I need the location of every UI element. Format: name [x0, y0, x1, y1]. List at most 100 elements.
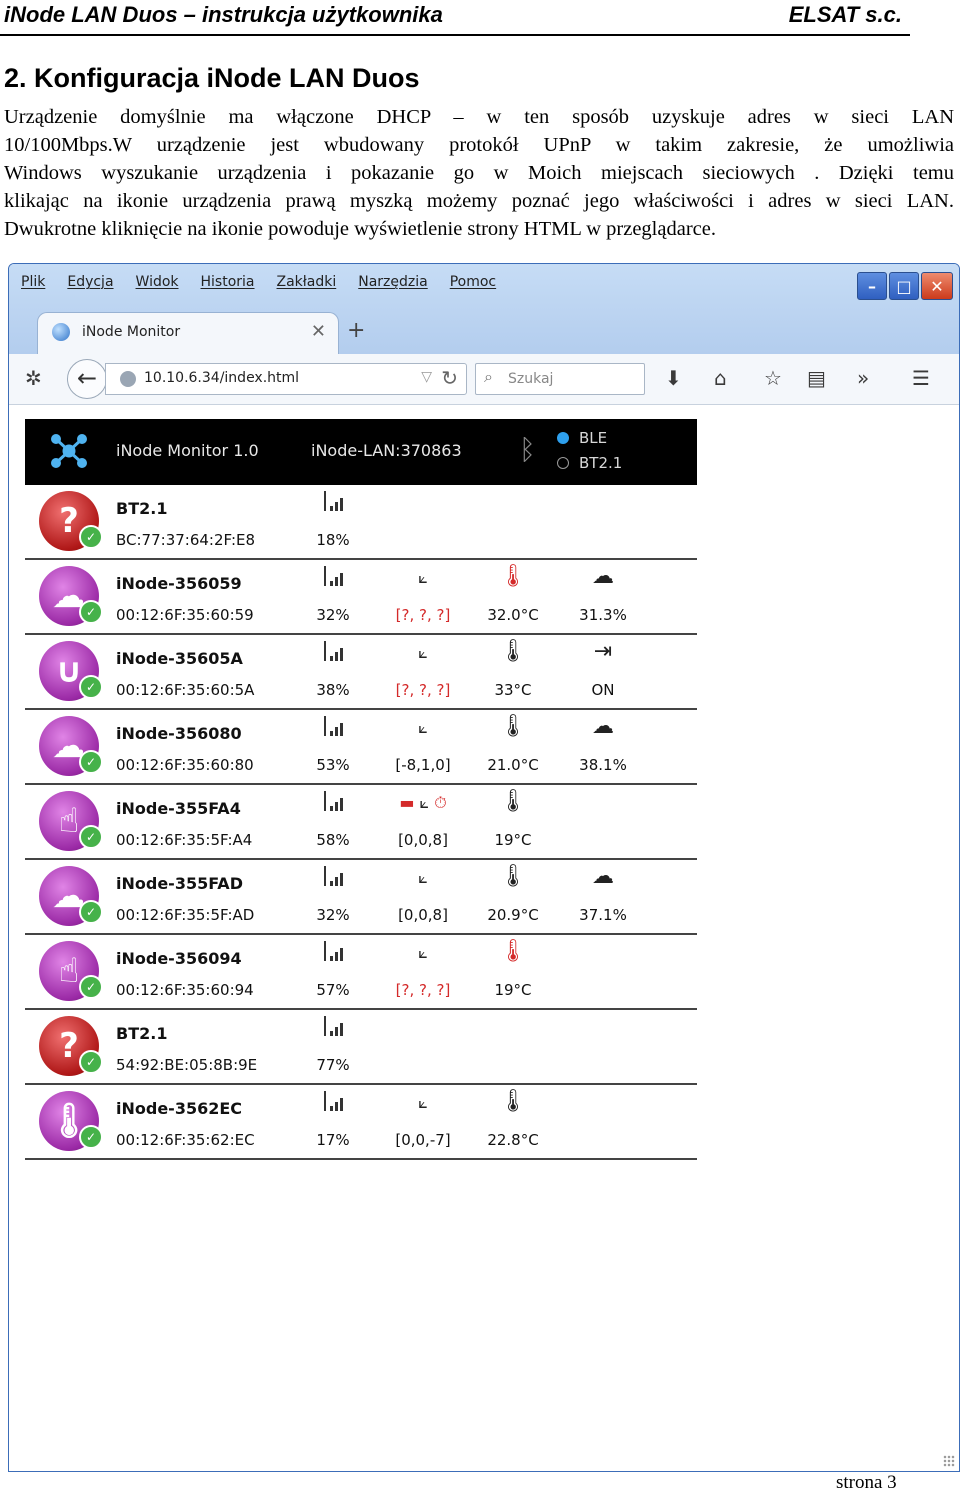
- device-mac: 00:12:6F:35:5F:AD: [116, 906, 255, 924]
- radio-bt21[interactable]: BT2.1: [557, 454, 622, 472]
- close-tab-icon[interactable]: ✕: [311, 321, 326, 342]
- dropdown-arrow-icon[interactable]: ▽: [421, 369, 432, 385]
- signal-value: 53%: [316, 756, 350, 774]
- check-icon: ✓: [79, 1050, 103, 1074]
- accelerometer-icon: ⟀: [418, 718, 428, 737]
- device-weather-icon[interactable]: ☁ ✓: [39, 566, 103, 626]
- device-row[interactable]: ? ✓ BT2.1 54:92:BE:05:8B:9E 77%: [25, 1010, 697, 1085]
- accelerometer-icon: ⟀: [418, 1093, 428, 1112]
- device-name: iNode-356059: [116, 574, 242, 593]
- device-name: iNode-355FAD: [116, 874, 243, 893]
- url-text: 10.10.6.34/index.html: [144, 370, 300, 386]
- menu-edycja[interactable]: Edycja: [67, 274, 113, 290]
- network-logo-icon: [51, 434, 87, 468]
- accelerometer-value: [0,0,-7]: [395, 1131, 451, 1149]
- device-row[interactable]: 🌡 ✓ iNode-3562EC 00:12:6F:35:62:EC 17% ⟀ [0,0,…: [25, 1085, 697, 1160]
- menu-icon[interactable]: ☰: [912, 366, 930, 390]
- device-touch-icon[interactable]: ☝ ✓: [39, 791, 103, 851]
- device-touch-icon[interactable]: ☝ ✓: [39, 941, 103, 1001]
- check-icon: ✓: [79, 1125, 103, 1149]
- device-mac: 00:12:6F:35:60:80: [116, 756, 254, 774]
- menu-widok[interactable]: Widok: [136, 274, 179, 290]
- device-thermometer-icon[interactable]: 🌡 ✓: [39, 1091, 103, 1151]
- search-bar[interactable]: ⌕ Szukaj: [475, 363, 645, 395]
- device-row[interactable]: ☁ ✓ iNode-356059 00:12:6F:35:60:59 32% ⟀ [?, ?…: [25, 560, 697, 635]
- new-tab-icon[interactable]: +: [347, 318, 365, 343]
- download-icon[interactable]: ⬇: [665, 366, 682, 390]
- search-placeholder: Szukaj: [508, 371, 554, 387]
- tab-inode-monitor[interactable]: iNode Monitor ✕: [37, 312, 339, 355]
- check-icon: ✓: [79, 975, 103, 999]
- device-mac: 00:12:6F:35:60:59: [116, 606, 254, 624]
- temperature-value: 19°C: [494, 831, 532, 849]
- bed-alarm-icon: ▬: [399, 793, 415, 812]
- signal-value: 77%: [316, 1056, 350, 1074]
- check-icon: ✓: [79, 525, 103, 549]
- paragraph-line: Windows wyszukanie urządzenia i pokazani…: [4, 162, 954, 184]
- lan-device-id: iNode-LAN:370863: [311, 441, 462, 460]
- home-icon[interactable]: ⌂: [714, 366, 727, 390]
- search-icon: ⌕: [484, 367, 493, 386]
- close-button[interactable]: ✕: [921, 272, 953, 300]
- resize-grip-icon[interactable]: [943, 1455, 955, 1467]
- menu-plik[interactable]: Plik: [21, 274, 45, 290]
- thermometer-icon: 🌡: [499, 714, 527, 739]
- device-question-icon[interactable]: ? ✓: [39, 491, 103, 551]
- accelerometer-value: [-8,1,0]: [395, 756, 451, 774]
- radio-label: BLE: [579, 429, 608, 447]
- menu-pomoc[interactable]: Pomoc: [450, 274, 496, 290]
- browser-window: Plik Edycja Widok Historia Zakładki Narz…: [8, 263, 960, 1472]
- instruction-paragraph: Urządzenie domyślnie ma włączone DHCP – …: [4, 103, 954, 243]
- thermometer-icon: 🌡: [499, 789, 527, 814]
- device-row[interactable]: ☁ ✓ iNode-356080 00:12:6F:35:60:80 53% ⟀ [-8,1…: [25, 710, 697, 785]
- device-name: iNode-3562EC: [116, 1099, 243, 1118]
- menu-narzedzia[interactable]: Narzędzia: [358, 274, 427, 290]
- addons-icon[interactable]: ✲: [25, 366, 42, 390]
- company-name: ELSAT s.c.: [788, 2, 902, 27]
- signal-icon: [293, 714, 373, 744]
- device-row[interactable]: ? ✓ BT2.1 BC:77:37:64:2F:E8 18%: [25, 485, 697, 560]
- app-title: iNode Monitor 1.0: [116, 441, 259, 460]
- device-row[interactable]: ☝ ✓ iNode-356094 00:12:6F:35:60:94 57% ⟀ [?, ?…: [25, 935, 697, 1010]
- signal-icon: [293, 789, 373, 819]
- device-question-icon[interactable]: ? ✓: [39, 1016, 103, 1076]
- signal-icon: [293, 1089, 373, 1119]
- address-bar[interactable]: 10.10.6.34/index.html ▽ ↻: [105, 363, 467, 395]
- accelerometer-value: [0,0,8]: [398, 906, 448, 924]
- document-header: iNode LAN Duos – instrukcja użytkownika …: [0, 0, 910, 36]
- device-name: iNode-356094: [116, 949, 242, 968]
- reload-icon[interactable]: ↻: [441, 366, 458, 390]
- back-button[interactable]: ←: [67, 359, 107, 399]
- minimize-button[interactable]: –: [857, 272, 887, 300]
- paragraph-line: klikając na ikonie urządzenia prawą mysz…: [4, 190, 954, 212]
- extra-value: 38.1%: [579, 756, 627, 774]
- device-row[interactable]: ∪ ✓ iNode-35605A 00:12:6F:35:60:5A 38% ⟀ [?, ?…: [25, 635, 697, 710]
- device-row[interactable]: ☁ ✓ iNode-355FAD 00:12:6F:35:5F:AD 32% ⟀ [0,0,…: [25, 860, 697, 935]
- thermometer-icon: 🌡: [499, 864, 527, 889]
- reading-list-icon[interactable]: ▤: [807, 366, 826, 390]
- bookmark-star-icon[interactable]: ☆: [764, 366, 782, 390]
- radio-ble[interactable]: BLE: [557, 429, 607, 447]
- thermometer-icon: 🌡: [499, 939, 527, 964]
- device-list: ? ✓ BT2.1 BC:77:37:64:2F:E8 18% ☁ ✓ iNode-35605…: [25, 485, 697, 1160]
- maximize-button[interactable]: □: [889, 272, 919, 300]
- accelerometer-icon: ▬ ⟀ ⏱: [399, 793, 447, 812]
- device-row[interactable]: ☝ ✓ iNode-355FA4 00:12:6F:35:5F:A4 58% ▬ ⟀ ⏱ […: [25, 785, 697, 860]
- menu-historia[interactable]: Historia: [201, 274, 255, 290]
- temperature-value: 32.0°C: [487, 606, 539, 624]
- page-number: strona 3: [836, 1472, 897, 1493]
- overflow-icon[interactable]: »: [857, 366, 869, 390]
- device-weather-icon[interactable]: ☁ ✓: [39, 716, 103, 776]
- menu-bar: Plik Edycja Widok Historia Zakładki Narz…: [21, 274, 518, 290]
- device-mac: 00:12:6F:35:5F:A4: [116, 831, 253, 849]
- window-controls: – □ ✕: [857, 272, 953, 300]
- device-weather-icon[interactable]: ☁ ✓: [39, 866, 103, 926]
- accelerometer-value: [0,0,8]: [398, 831, 448, 849]
- accelerometer-icon: ⟀: [418, 568, 428, 587]
- check-icon: ✓: [79, 825, 103, 849]
- accelerometer-value: [?, ?, ?]: [395, 681, 451, 699]
- check-icon: ✓: [79, 750, 103, 774]
- device-magnet-icon[interactable]: ∪ ✓: [39, 641, 103, 701]
- paragraph-line: 10/100Mbps.W urządzenie jest wbudowany p…: [4, 134, 954, 156]
- menu-zakladki[interactable]: Zakładki: [277, 274, 337, 290]
